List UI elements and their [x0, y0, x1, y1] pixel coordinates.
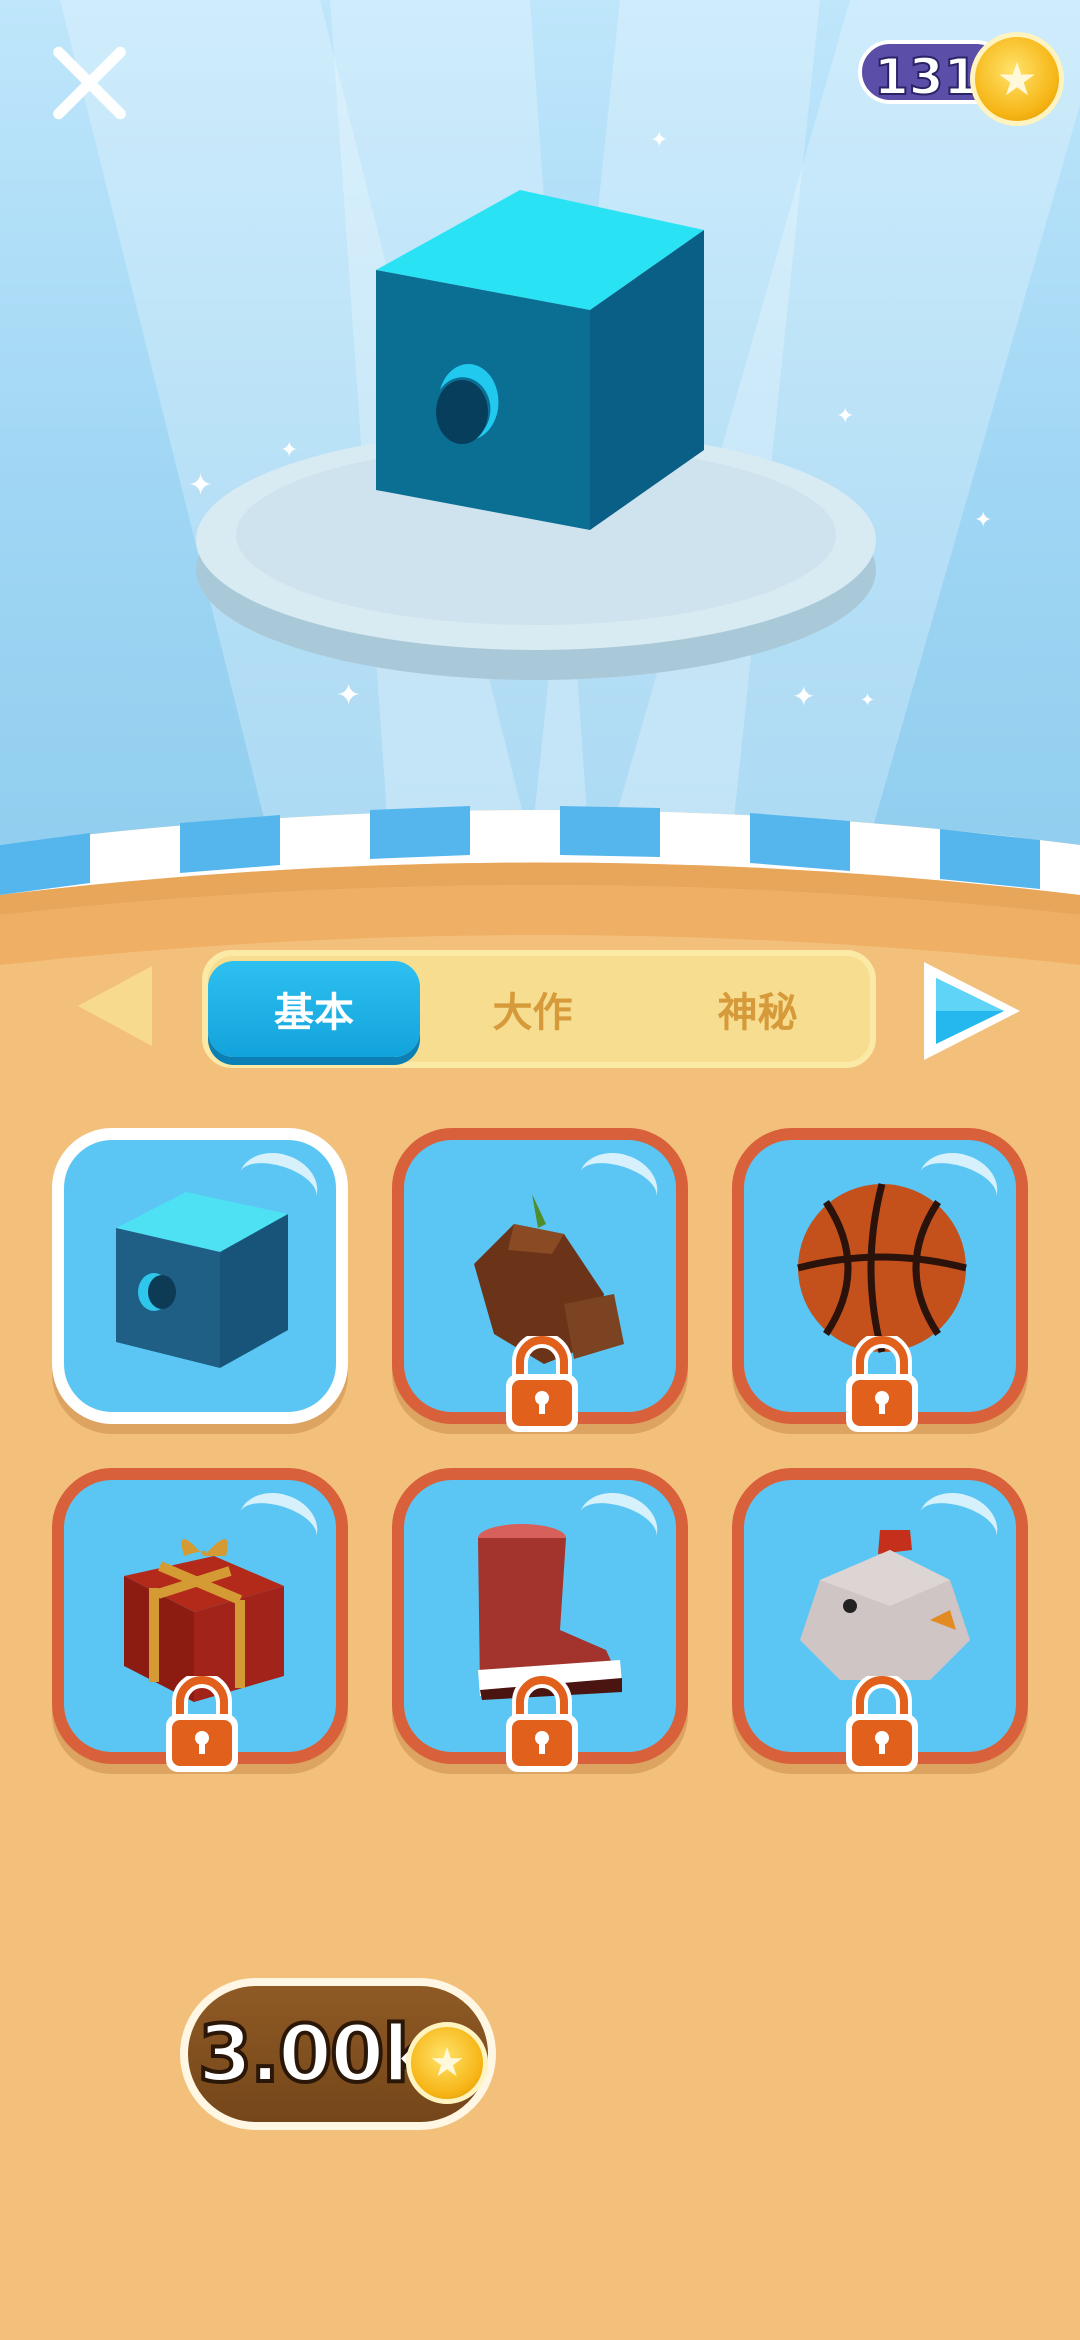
coin-counter: 131 ★ — [858, 32, 1064, 126]
boot-icon — [478, 1524, 622, 1700]
category-tabs: 基本 大作 神秘 — [202, 950, 876, 1068]
tab-basic[interactable]: 基本 — [208, 961, 420, 1057]
lock-icon — [506, 1336, 578, 1432]
preview-stage: ✦ ✦ ✦ ✦ ✦ ✦ ✦ ✦ ✦ ✦ — [0, 0, 1080, 900]
item-card-tree-stump[interactable] — [392, 1128, 688, 1432]
coin-icon: ★ — [406, 2022, 488, 2104]
sparkle-icon: ✦ — [860, 690, 876, 711]
close-button[interactable] — [44, 38, 134, 128]
coin-count: 131 — [873, 47, 979, 107]
lock-icon — [846, 1676, 918, 1772]
item-card-boot[interactable] — [392, 1468, 688, 1772]
tab-mystery[interactable]: 神秘 — [645, 956, 870, 1062]
lock-icon — [846, 1336, 918, 1432]
item-card-cube[interactable] — [52, 1128, 348, 1424]
cube-icon — [116, 1192, 288, 1368]
lock-icon — [166, 1676, 238, 1772]
item-card-gift-box[interactable] — [52, 1468, 348, 1772]
coin-icon: ★ — [970, 32, 1064, 126]
sparkle-icon: ✦ — [974, 508, 993, 533]
sparkle-icon: ✦ — [336, 678, 362, 713]
item-card-basketball[interactable] — [732, 1128, 1028, 1432]
cube-icon — [376, 190, 704, 530]
unlock-price-button[interactable]: 3.00k ★ — [180, 1978, 496, 2130]
chicken-icon — [800, 1530, 970, 1680]
tab-masterpiece[interactable]: 大作 — [420, 956, 645, 1062]
sparkle-icon: ✦ — [792, 680, 816, 713]
next-category-button[interactable] — [916, 956, 1026, 1066]
star-icon: ★ — [429, 2040, 465, 2086]
previous-category-button[interactable] — [78, 966, 152, 1046]
basketball-icon — [797, 1183, 967, 1353]
unlock-price: 3.00k — [196, 2008, 436, 2102]
star-icon: ★ — [996, 52, 1038, 106]
lock-icon — [506, 1676, 578, 1772]
item-card-chicken[interactable] — [732, 1468, 1028, 1772]
sparkle-icon: ✦ — [650, 128, 669, 153]
